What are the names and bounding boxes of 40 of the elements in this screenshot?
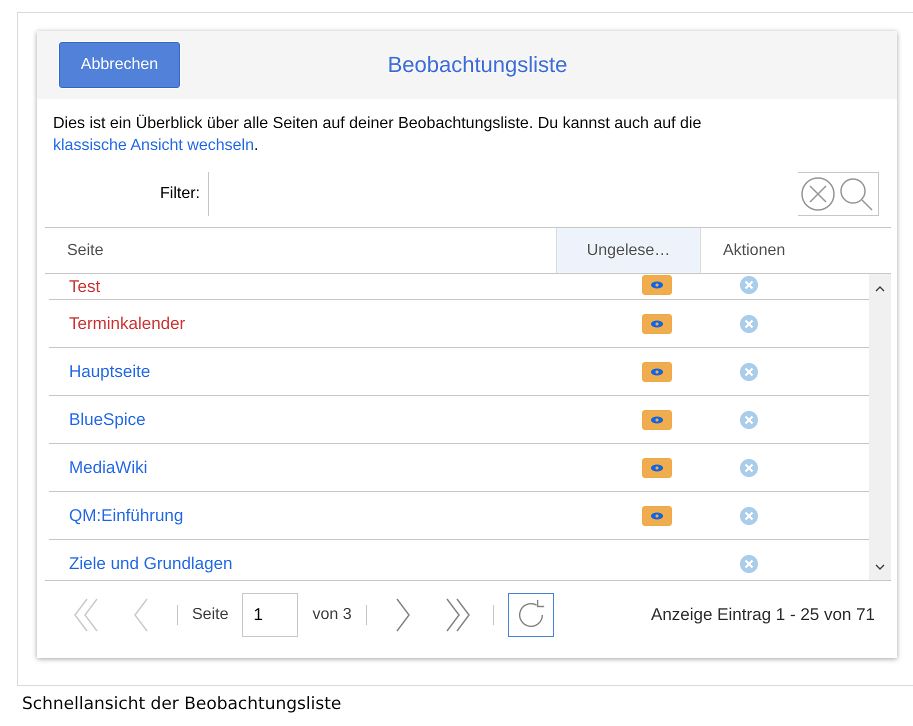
- page-count: von 3: [312, 606, 352, 624]
- dialog-title: Beobachtungsliste: [386, 52, 568, 78]
- intro-text: Dies ist ein Überblick über alle Seiten auf deiner Beobachtungsliste. Du kannst auch auf die klassische Ansicht wechseln.: [53, 114, 702, 156]
- page-link[interactable]: Hauptseite: [49, 362, 580, 382]
- page-number-field[interactable]: 1: [242, 593, 298, 637]
- scrollbar[interactable]: [869, 274, 891, 580]
- clear-icon[interactable]: [800, 176, 836, 212]
- entry-summary: Anzeige Eintrag 1 - 25 von 71: [651, 605, 875, 625]
- remove-icon[interactable]: [739, 314, 759, 334]
- page-link[interactable]: QM:Einführung: [49, 506, 580, 526]
- remove-icon[interactable]: [739, 458, 759, 478]
- unread-eye-icon[interactable]: [642, 506, 672, 526]
- column-header[interactable]: Aktionen: [701, 228, 891, 273]
- remove-icon[interactable]: [739, 362, 759, 382]
- unread-eye-icon[interactable]: [642, 314, 672, 334]
- page-label: Seite: [192, 606, 228, 624]
- refresh-button[interactable]: [508, 593, 554, 637]
- unread-eye-icon[interactable]: [642, 275, 672, 295]
- page-link[interactable]: Terminkalender: [49, 314, 580, 334]
- remove-icon[interactable]: [739, 506, 759, 526]
- search-icon[interactable]: [838, 176, 874, 212]
- page-link[interactable]: Test: [49, 277, 580, 297]
- cancel-button[interactable]: Abbrechen: [59, 42, 180, 88]
- page-link[interactable]: MediaWiki: [49, 458, 580, 478]
- column-header[interactable]: Ungelese…: [556, 228, 701, 273]
- scroll-up-icon[interactable]: [875, 286, 885, 292]
- page-link[interactable]: Ziele und Grundlagen: [49, 554, 580, 574]
- remove-icon[interactable]: [739, 410, 759, 430]
- figure-caption: Schnellansicht der Beobachtungsliste: [22, 694, 342, 714]
- column-header[interactable]: Seite: [45, 228, 556, 273]
- unread-eye-icon[interactable]: [642, 410, 672, 430]
- remove-icon[interactable]: [739, 554, 759, 574]
- unread-eye-icon[interactable]: [642, 362, 672, 382]
- filter-field[interactable]: [208, 172, 879, 216]
- scroll-down-icon[interactable]: [875, 564, 885, 570]
- filter-label: Filter:: [159, 185, 201, 203]
- classic-view-link[interactable]: klassische Ansicht wechseln: [53, 137, 254, 154]
- remove-icon[interactable]: [739, 275, 759, 295]
- page-link[interactable]: BlueSpice: [49, 410, 580, 430]
- unread-eye-icon[interactable]: [642, 458, 672, 478]
